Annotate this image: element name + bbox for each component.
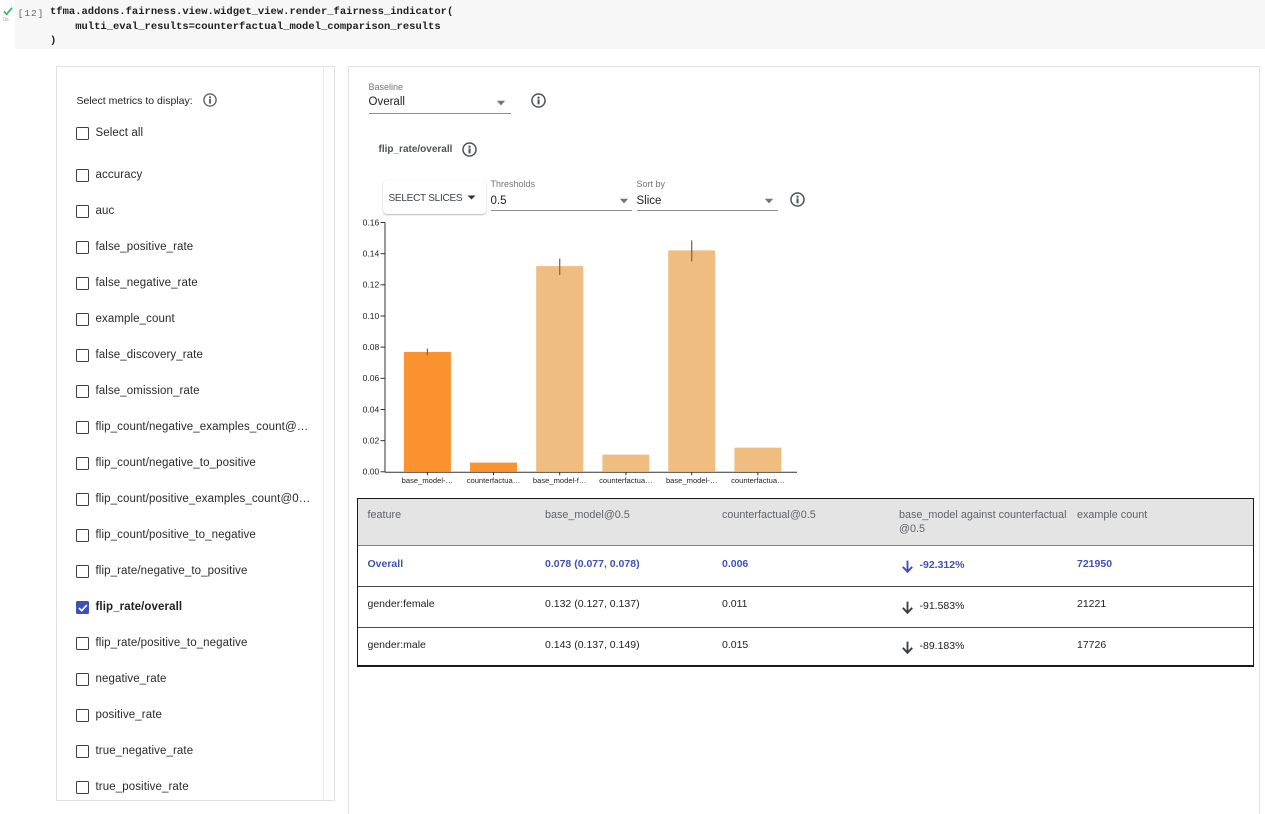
svg-text:base_model-…: base_model-… — [666, 476, 718, 485]
svg-text:counterfactua…: counterfactua… — [599, 476, 653, 485]
svg-text:counterfactua…: counterfactua… — [731, 476, 785, 485]
svg-text:0.02: 0.02 — [363, 435, 380, 445]
svg-text:0.04: 0.04 — [363, 404, 380, 414]
svg-text:0.10: 0.10 — [363, 311, 380, 321]
svg-text:0.00: 0.00 — [363, 467, 380, 477]
svg-text:0.12: 0.12 — [363, 280, 380, 290]
svg-text:base_model-f…: base_model-f… — [533, 476, 587, 485]
svg-text:counterfactua…: counterfactua… — [467, 476, 521, 485]
svg-text:0.08: 0.08 — [363, 342, 380, 352]
svg-text:base_model-…: base_model-… — [402, 476, 454, 485]
svg-text:0.14: 0.14 — [363, 248, 380, 258]
svg-text:0.06: 0.06 — [363, 373, 380, 383]
svg-text:0.16: 0.16 — [363, 217, 380, 227]
